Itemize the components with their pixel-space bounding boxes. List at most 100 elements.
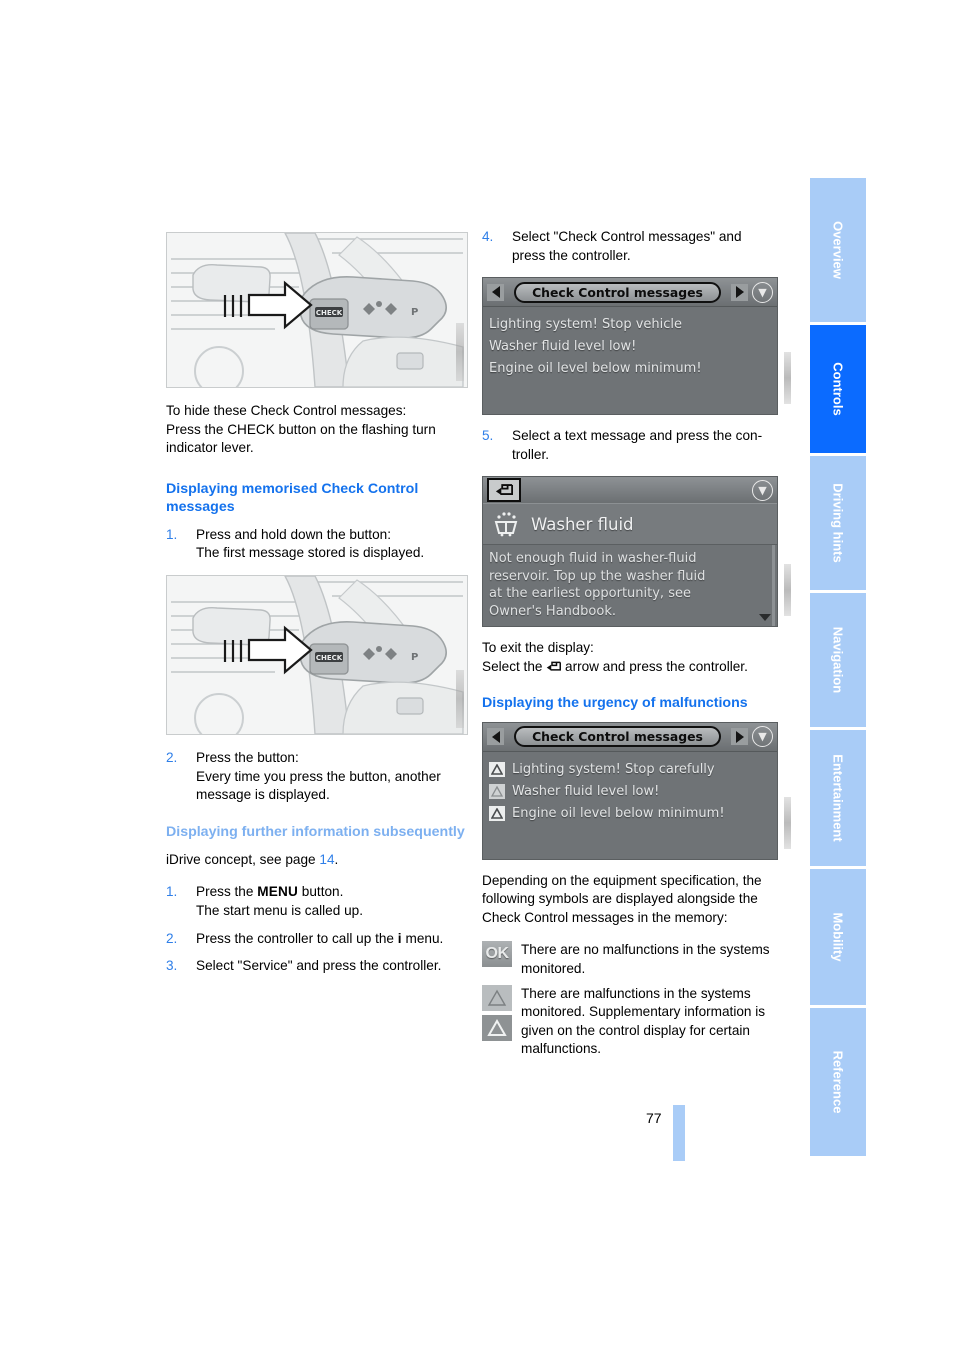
sidebar-item-navigation[interactable]: Navigation — [810, 593, 866, 727]
sidebar-item-label: Reference — [830, 1050, 846, 1114]
back-arrow-icon — [546, 659, 562, 678]
sidebar-item-overview[interactable]: Overview — [810, 178, 866, 322]
step-text-pre: Press the — [196, 884, 258, 900]
svg-text:P: P — [411, 652, 418, 663]
figure-reference-code — [784, 352, 791, 405]
triangle-left-icon[interactable] — [487, 728, 504, 746]
step-number: 5. — [482, 428, 494, 444]
ok-symbol-icon: OK — [482, 941, 512, 968]
step-subtext: The start menu is called up. — [196, 902, 363, 918]
screen-title-wrap: Check Control messages — [504, 281, 731, 303]
detail-title-row: Washer fluid — [483, 503, 777, 546]
step-text: Select "Service" and press the controlle… — [196, 958, 442, 974]
circle-down-arrow-icon: ▼ — [752, 281, 773, 303]
body-line: Owner's Handbook. — [489, 603, 616, 619]
symbols-intro-paragraph: Depending on the equipment specification… — [482, 872, 762, 925]
sidebar-item-label: Overview — [830, 221, 846, 279]
step-number: 4. — [482, 229, 494, 244]
page-link-14[interactable]: 14 — [319, 852, 334, 867]
message-text: Washer fluid level low! — [489, 339, 637, 355]
step-text: Select "Check Control messages" and — [512, 229, 742, 244]
sidebar-item-label: Entertainment — [830, 754, 846, 842]
screen-header: Check Control messages ▼ — [483, 278, 777, 308]
step-number: 3. — [166, 958, 178, 974]
triangle-down-icon[interactable] — [759, 614, 771, 622]
circle-down-arrow-icon: ▼ — [752, 726, 773, 748]
list-item[interactable]: Engine oil level below minimum! — [489, 803, 771, 825]
list-item[interactable]: Lighting system! Stop carefully — [489, 759, 771, 781]
list-item[interactable]: Engine oil level below minimum! — [489, 358, 771, 380]
symbol-legend: OK There are no malfunctions in the syst… — [482, 941, 778, 1059]
figure-reference-code — [456, 669, 464, 728]
heading-displaying-further-information: Displaying further information subsequen… — [166, 823, 465, 840]
step-text: Press and hold down the button: — [196, 526, 391, 542]
steps-further-information: 1. Press the MENU button. The start menu… — [166, 883, 468, 975]
triangle-left-icon[interactable] — [487, 283, 504, 301]
list-item: 2. Press the controller to call up the i… — [166, 930, 468, 949]
screen-title-selected[interactable]: Check Control messages — [514, 281, 721, 303]
hide-messages-paragraph: To hide these Check Control messages: Pr… — [166, 403, 436, 456]
list-item: 2. Press the button: Every time you pres… — [166, 749, 468, 805]
message-text: Washer fluid level low! — [512, 783, 660, 799]
screen-message-list: Lighting system! Stop carefully Washer f… — [483, 752, 777, 859]
steps-memorised: 1. Press and hold down the button: The f… — [166, 526, 468, 563]
sidebar-item-entertainment[interactable]: Entertainment — [810, 730, 866, 866]
sidebar-item-label: Navigation — [830, 626, 846, 694]
list-item: 5. Select a text message and press the c… — [482, 427, 778, 464]
triangle-right-icon[interactable] — [731, 283, 748, 301]
figure-reference-code — [784, 564, 791, 617]
step-number: 2. — [166, 749, 178, 765]
circle-down-arrow-icon: ▼ — [752, 479, 773, 501]
exit-display-paragraph: To exit the display: Select the arrow an… — [482, 639, 778, 677]
message-text: Lighting system! Stop vehicle — [489, 317, 683, 333]
back-arrow-icon[interactable] — [487, 478, 521, 503]
list-item[interactable]: Washer fluid level low! — [489, 336, 771, 358]
idrive-concept-reference: iDrive concept, see page 14. — [166, 851, 339, 867]
sidebar-item-label: Controls — [830, 362, 846, 416]
section-tabs: Overview Controls Driving hints Navigati… — [810, 178, 866, 1159]
step-4-block: 4. Select "Check Control messages" and p… — [482, 228, 778, 265]
message-text: Lighting system! Stop carefully — [512, 761, 715, 777]
menu-button-key: MENU — [257, 884, 299, 900]
screen-message-list: Lighting system! Stop vehicle Washer flu… — [483, 307, 777, 414]
idrive-screen-check-control-messages: Check Control messages ▼ Lighting system… — [482, 277, 791, 416]
sidebar-item-reference[interactable]: Reference — [810, 1008, 866, 1156]
idrive-screen-washer-fluid-detail: ▼ Washer fluid Not enough fluid in washe… — [482, 476, 791, 628]
list-item[interactable]: Washer fluid level low! — [489, 781, 771, 803]
sidebar-item-controls[interactable]: Controls — [810, 325, 866, 453]
list-item: 1. Press the MENU button. The start menu… — [166, 883, 468, 920]
triangle-right-icon[interactable] — [731, 728, 748, 746]
page-number: 77 — [646, 1110, 662, 1126]
legend-text: There are no malfunctions in the systems… — [521, 942, 770, 976]
step-5-block: 5. Select a text message and press the c… — [482, 427, 778, 464]
message-text: Engine oil level below minimum! — [489, 361, 702, 377]
figure-reference-code — [456, 323, 464, 381]
step-number: 1. — [166, 884, 178, 900]
sidebar-item-driving-hints[interactable]: Driving hints — [810, 456, 866, 590]
steps-memorised-continued: 2. Press the button: Every time you pres… — [166, 749, 468, 805]
screen-title-selected[interactable]: Check Control messages — [514, 726, 721, 748]
step-number: 1. — [166, 526, 178, 542]
list-item: 1. Press and hold down the button: The f… — [166, 526, 468, 563]
step-text-line2: troller. — [512, 446, 550, 462]
sidebar-item-mobility[interactable]: Mobility — [810, 869, 866, 1005]
page-marker-bar — [673, 1105, 685, 1161]
body-line: reservoir. Top up the washer fluid — [489, 568, 706, 584]
idrive-screen-urgency: Check Control messages ▼ Lighting system… — [482, 721, 791, 860]
manual-page: CHECK P To hide these Check Control mess… — [0, 0, 954, 1351]
step-text-pre: Press the controller to call up the — [196, 930, 398, 946]
right-column: 4. Select "Check Control messages" and p… — [482, 228, 791, 1059]
figure-turn-indicator-lever-1: CHECK P — [166, 232, 468, 388]
heading-displaying-urgency: Displaying the urgency of malfunctions — [482, 694, 748, 711]
warning-triangle-light-icon — [482, 984, 512, 1011]
sidebar-item-label: Driving hints — [830, 483, 846, 563]
warning-triangle-strong-icon — [482, 1014, 512, 1041]
left-column: CHECK P To hide these Check Control mess… — [166, 232, 468, 988]
step-subtext: Every time you press the button, another… — [196, 768, 441, 803]
legend-text: There are malfunctions in the systems mo… — [521, 985, 766, 1057]
warning-triangle-strong-icon — [489, 762, 505, 778]
list-item[interactable]: Lighting system! Stop vehicle — [489, 314, 771, 336]
scrollbar[interactable] — [772, 545, 775, 627]
step-text-line2: press the controller. — [512, 247, 631, 263]
warning-triangle-light-icon — [489, 784, 505, 800]
